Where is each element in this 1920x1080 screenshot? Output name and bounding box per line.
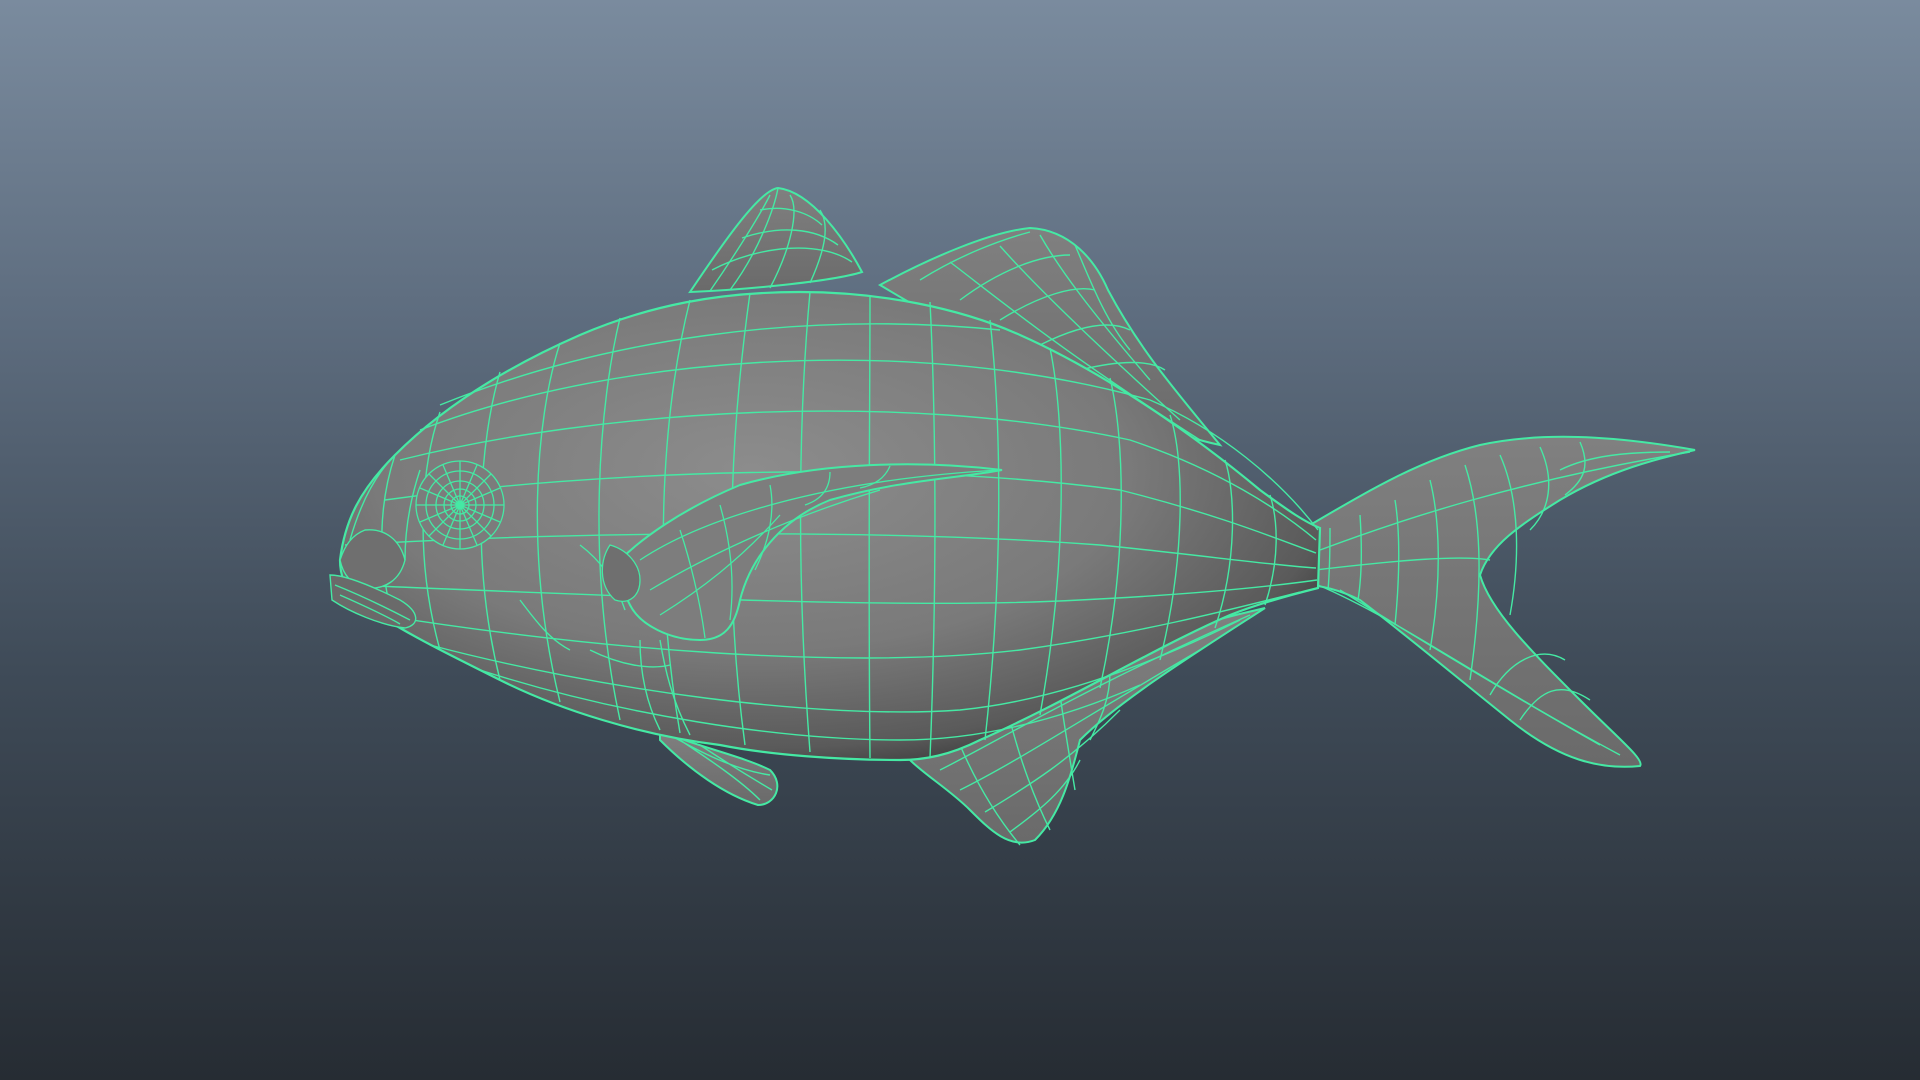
fish-model[interactable] <box>0 0 1920 1080</box>
tail-fin <box>1303 435 1696 768</box>
fish-eye <box>415 460 505 550</box>
dorsal-fin-front <box>688 186 864 294</box>
3d-viewport[interactable] <box>0 0 1920 1080</box>
